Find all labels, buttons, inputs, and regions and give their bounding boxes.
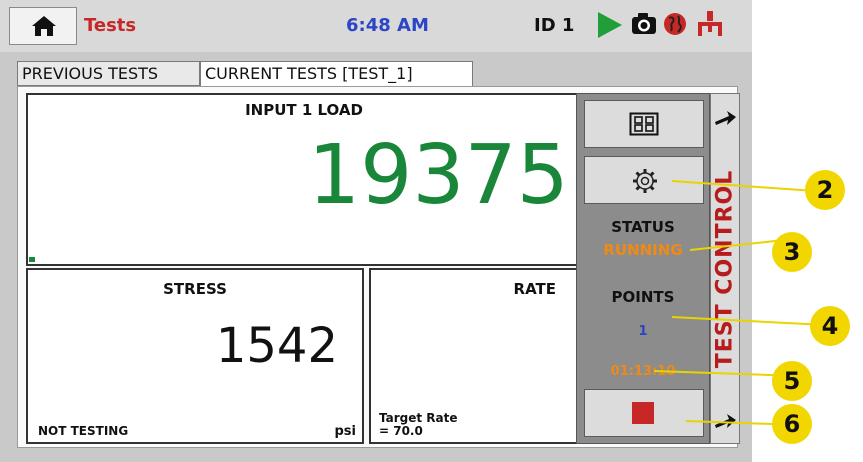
- callout-6: 6: [772, 404, 812, 444]
- stress-panel[interactable]: STRESS 1542 NOT TESTING psi: [26, 268, 364, 444]
- home-icon: [32, 16, 56, 36]
- points-value: 1: [638, 324, 648, 339]
- stress-status: NOT TESTING: [38, 424, 129, 438]
- clock: 6:48 AM: [346, 15, 429, 36]
- rate-panel[interactable]: RATE Target Rate = 70.0: [369, 268, 582, 444]
- callout-2: 2: [805, 170, 845, 210]
- globe-icon[interactable]: [663, 12, 687, 36]
- callout-3: 3: [772, 232, 812, 272]
- play-icon[interactable]: [596, 10, 624, 40]
- network-icon[interactable]: [695, 10, 725, 38]
- tab-previous-tests[interactable]: PREVIOUS TESTS: [17, 61, 200, 86]
- stress-value: 1542: [215, 318, 338, 374]
- screen-title: Tests: [84, 15, 137, 36]
- layout-grid-icon: [629, 112, 659, 136]
- top-bar: Tests 6:48 AM ID 1: [0, 0, 752, 52]
- camera-icon[interactable]: [631, 12, 657, 36]
- status-label: STATUS: [611, 218, 675, 236]
- stress-unit: psi: [334, 424, 357, 439]
- layout-button[interactable]: [584, 100, 704, 148]
- load-level-bar: [29, 257, 35, 262]
- callout-4: 4: [810, 306, 850, 346]
- tab-current-tests[interactable]: CURRENT TESTS [TEST_1]: [200, 61, 473, 87]
- stress-title: STRESS: [163, 280, 227, 298]
- test-control-label-wrap: TEST CONTROL: [710, 93, 740, 444]
- machine-id: ID 1: [534, 15, 575, 36]
- home-button[interactable]: [9, 7, 77, 45]
- stop-button[interactable]: [584, 389, 704, 437]
- arrow-right-icon[interactable]: [713, 108, 737, 128]
- points-label: POINTS: [611, 288, 675, 306]
- load-value: 19375: [308, 128, 569, 223]
- load-panel[interactable]: INPUT 1 LOAD 19375: [26, 93, 582, 266]
- rate-title: RATE: [513, 280, 556, 298]
- stop-icon: [632, 402, 654, 424]
- callout-5: 5: [772, 361, 812, 401]
- target-rate-value: = 70.0: [379, 424, 423, 438]
- gear-icon: [633, 169, 657, 193]
- load-title: INPUT 1 LOAD: [245, 101, 363, 119]
- test-control-label: TEST CONTROL: [712, 169, 738, 368]
